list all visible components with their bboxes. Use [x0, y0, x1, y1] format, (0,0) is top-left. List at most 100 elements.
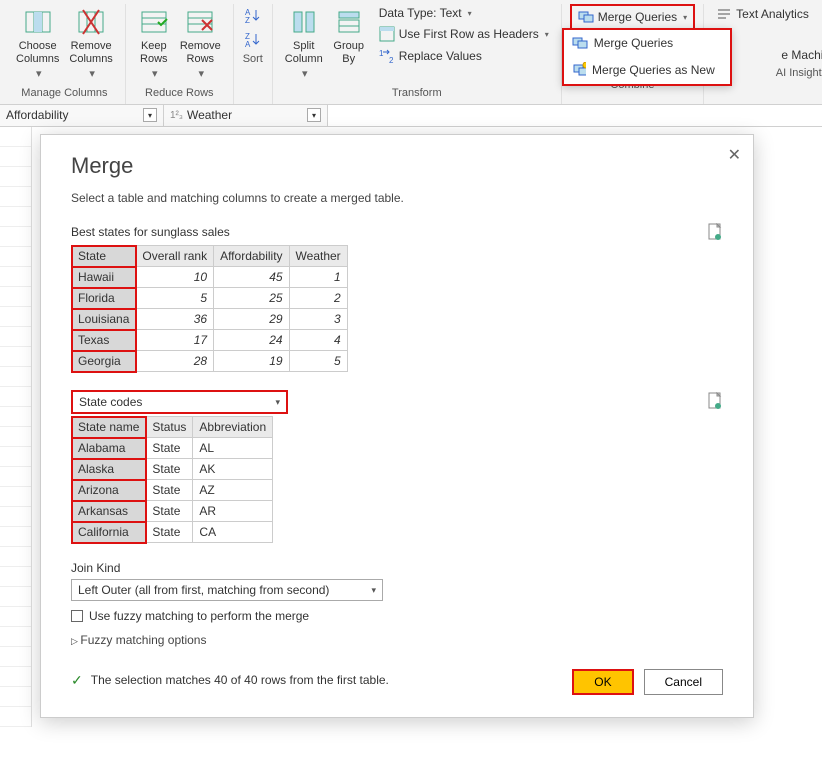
table-row[interactable]: ArizonaStateAZ [72, 480, 273, 501]
merge-queries-dropdown-button[interactable]: Merge Queries▾ [570, 4, 695, 30]
table1-label-row: Best states for sunglass sales [71, 223, 723, 241]
join-kind-label: Join Kind [71, 561, 723, 575]
dropdown-arrow-icon: ▾ [199, 68, 205, 81]
choose-columns-icon [22, 6, 54, 38]
table2-header-abbreviation[interactable]: Abbreviation [193, 417, 273, 438]
group-by-button[interactable]: Group By [329, 4, 369, 84]
keep-rows-button[interactable]: Keep Rows ▾ [134, 4, 174, 84]
merge-queries-as-new-menu-item[interactable]: Merge Queries as New [564, 56, 730, 84]
ribbon-group-sort: AZ ZA Sort [234, 4, 273, 104]
table-cell: AK [193, 459, 273, 480]
dropdown-arrow-icon: ▾ [371, 585, 376, 596]
table-cell: Alaska [72, 459, 146, 480]
split-column-button[interactable]: Split Column ▾ [281, 4, 327, 84]
dropdown-arrow-icon: ▾ [36, 68, 42, 81]
cancel-button[interactable]: Cancel [644, 669, 723, 695]
table1-header-weather[interactable]: Weather [289, 246, 347, 267]
remove-columns-button[interactable]: Remove Columns ▾ [65, 4, 116, 84]
table2-preview[interactable]: State name Status Abbreviation AlabamaSt… [71, 416, 273, 543]
merge-queries-menu-item[interactable]: Merge Queries [564, 30, 730, 56]
table-cell: Florida [72, 288, 136, 309]
group-label-manage-columns: Manage Columns [21, 84, 107, 104]
table-cell: State [146, 501, 193, 522]
dropdown-arrow-icon: ▾ [275, 397, 280, 408]
sort-desc-button[interactable]: ZA [242, 28, 264, 50]
ok-button[interactable]: OK [572, 669, 633, 695]
group-label-sort: Sort [243, 50, 263, 70]
dialog-title: Merge [71, 153, 723, 179]
table-cell: 36 [136, 309, 214, 330]
table-cell: State [146, 522, 193, 543]
table-row[interactable]: CaliforniaStateCA [72, 522, 273, 543]
remove-columns-label: Remove Columns [69, 40, 112, 66]
replace-values-label: Replace Values [399, 49, 482, 63]
table2-header-state-name[interactable]: State name [72, 417, 146, 438]
column-label: Weather [187, 108, 232, 122]
preview-icon[interactable] [707, 392, 723, 410]
text-analytics-button[interactable]: Text Analytics [712, 4, 822, 24]
use-first-row-button[interactable]: Use First Row as Headers▾ [375, 24, 553, 44]
table-cell: State [146, 480, 193, 501]
replace-values-button[interactable]: 12 Replace Values [375, 46, 553, 66]
table1-preview[interactable]: State Overall rank Affordability Weather… [71, 245, 348, 372]
merge-queries-menu: Merge Queries Merge Queries as New [562, 28, 732, 86]
preview-icon[interactable] [707, 223, 723, 241]
checkbox-icon[interactable] [71, 610, 83, 622]
column-filter-button[interactable]: ▾ [307, 108, 321, 122]
table-cell: State [146, 438, 193, 459]
table-cell: 5 [136, 288, 214, 309]
table-cell: Arkansas [72, 501, 146, 522]
row-number-gutter [0, 127, 32, 727]
split-column-icon [288, 6, 320, 38]
replace-icon: 12 [379, 48, 395, 64]
data-type-button[interactable]: Data Type: Text▾ [375, 4, 553, 22]
fuzzy-matching-label: Use fuzzy matching to perform the merge [89, 609, 309, 623]
table-cell: Alabama [72, 438, 146, 459]
merge-new-icon [573, 62, 586, 78]
split-column-label: Split Column [285, 40, 323, 66]
join-kind-select[interactable]: Left Outer (all from first, matching fro… [71, 579, 383, 601]
choose-columns-label: Choose Columns [16, 40, 59, 66]
dialog-close-button[interactable]: ✕ [728, 145, 741, 165]
merge-queries-as-new-label: Merge Queries as New [592, 63, 715, 77]
ribbon-group-combine: Merge Queries▾ Merge Queries Merge Queri… [562, 4, 704, 104]
table-row[interactable]: Louisiana36293 [72, 309, 348, 330]
table-cell: 4 [289, 330, 347, 351]
group-by-icon [333, 6, 365, 38]
column-header-weather[interactable]: 1²₃ Weather ▾ [164, 105, 328, 126]
table1-header-state[interactable]: State [72, 246, 136, 267]
match-status-row: ✓ The selection matches 40 of 40 rows fr… [71, 672, 389, 689]
table1-header-rank[interactable]: Overall rank [136, 246, 214, 267]
column-header-affordability[interactable]: Affordability ▾ [0, 105, 164, 126]
table-cell: 45 [214, 267, 289, 288]
merge-icon [578, 9, 594, 25]
table-row[interactable]: Hawaii10451 [72, 267, 348, 288]
table-row[interactable]: Texas17244 [72, 330, 348, 351]
remove-rows-label: Remove Rows [180, 40, 221, 66]
table-row[interactable]: AlaskaStateAK [72, 459, 273, 480]
table-row[interactable]: AlabamaStateAL [72, 438, 273, 459]
sort-asc-button[interactable]: AZ [242, 4, 264, 26]
choose-columns-button[interactable]: Choose Columns ▾ [12, 4, 63, 84]
remove-rows-icon [184, 6, 216, 38]
keep-rows-label: Keep Rows [140, 40, 168, 66]
sort-desc-icon: ZA [244, 30, 262, 48]
svg-text:1: 1 [379, 49, 384, 58]
column-label: Affordability [6, 108, 68, 122]
table-row[interactable]: Florida5252 [72, 288, 348, 309]
fuzzy-matching-checkbox-row[interactable]: Use fuzzy matching to perform the merge [71, 609, 723, 623]
table2-label-row [71, 392, 723, 410]
svg-text:A: A [245, 40, 251, 48]
table-cell: California [72, 522, 146, 543]
fuzzy-options-expander[interactable]: Fuzzy matching options [71, 633, 723, 647]
remove-rows-button[interactable]: Remove Rows ▾ [176, 4, 225, 84]
table1-header-affordability[interactable]: Affordability [214, 246, 289, 267]
table-row[interactable]: ArkansasStateAR [72, 501, 273, 522]
svg-text:Z: Z [245, 16, 250, 24]
table2-header-status[interactable]: Status [146, 417, 193, 438]
column-filter-button[interactable]: ▾ [143, 108, 157, 122]
table-row[interactable]: Georgia28195 [72, 351, 348, 372]
ribbon-toolbar: Choose Columns ▾ Remove Columns ▾ Manage… [0, 0, 822, 105]
dropdown-arrow-icon: ▾ [302, 68, 308, 81]
ml-suffix-label: e Machine Learning [781, 48, 822, 62]
